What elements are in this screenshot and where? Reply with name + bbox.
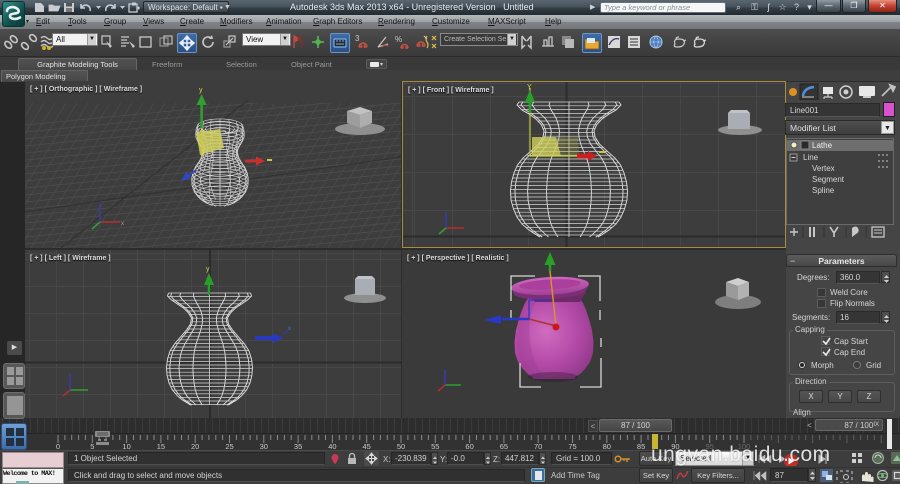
svg-text:75: 75 (568, 442, 576, 450)
svg-text:Y: Y (527, 84, 532, 91)
svg-text:50: 50 (397, 442, 405, 450)
svg-text:60: 60 (465, 442, 473, 450)
svg-text:70: 70 (534, 442, 542, 450)
svg-text:80: 80 (603, 442, 611, 450)
svg-text:25: 25 (225, 442, 233, 450)
svg-text:y: y (199, 87, 203, 94)
svg-text:y: y (206, 266, 210, 273)
svg-text:65: 65 (500, 442, 508, 450)
svg-text:15: 15 (157, 442, 165, 450)
svg-text:x: x (288, 326, 291, 332)
svg-text:40: 40 (328, 442, 336, 450)
svg-text:85: 85 (637, 442, 645, 450)
svg-text:30: 30 (260, 442, 268, 450)
svg-text:45: 45 (363, 442, 371, 450)
svg-text:10: 10 (122, 442, 130, 450)
svg-text:20: 20 (191, 442, 199, 450)
svg-text:35: 35 (294, 442, 302, 450)
svg-text:%: % (395, 35, 402, 44)
svg-text:0: 0 (56, 442, 60, 450)
svg-text:x: x (121, 221, 124, 227)
svg-text:3: 3 (355, 34, 360, 43)
svg-text:55: 55 (431, 442, 439, 450)
